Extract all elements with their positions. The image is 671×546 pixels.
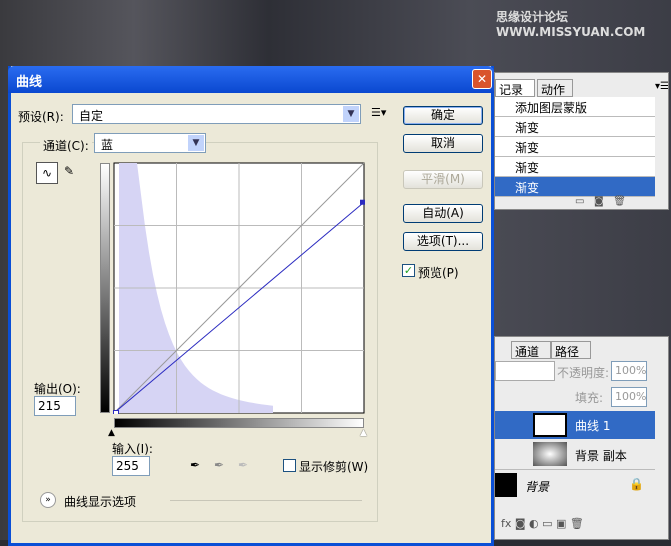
background-thumbnail — [495, 473, 517, 497]
curve-tool-icon[interactable]: ∿ — [36, 162, 58, 184]
black-point-slider[interactable]: ▲ — [108, 428, 115, 438]
white-eyedropper-icon[interactable]: ✒ — [238, 458, 248, 472]
preset-select[interactable]: 自定 ▼ — [72, 104, 361, 124]
gradient-mask-thumbnail — [533, 442, 567, 466]
show-clipping-label: 显示修剪(W) — [299, 460, 369, 474]
watermark: 思缘设计论坛 WWW.MISSYUAN.COM — [496, 10, 646, 39]
tab-history[interactable]: 记录 × — [495, 79, 535, 112]
curve-graph[interactable] — [113, 162, 365, 414]
pencil-icon[interactable]: ✎ — [64, 164, 74, 178]
black-eyedropper-icon[interactable]: ✒ — [190, 458, 200, 472]
curve-options-label[interactable]: 曲线显示选项 — [64, 493, 136, 510]
history-item[interactable]: 渐变 — [495, 137, 655, 157]
layer-background-copy[interactable]: 背景 副本 — [495, 440, 655, 470]
opacity-field[interactable]: 100% — [611, 361, 647, 381]
history-item[interactable]: 渐变 — [495, 157, 655, 177]
input-label: 输入(I): — [112, 442, 153, 456]
channel-label: 通道(C): — [40, 137, 92, 154]
preset-label: 预设(R): — [18, 110, 64, 124]
dialog-title: 曲线 — [8, 66, 494, 93]
blend-mode-select[interactable] — [495, 361, 555, 381]
output-gradient-bar — [100, 163, 110, 413]
show-clipping-checkbox[interactable] — [283, 459, 296, 472]
divider — [170, 500, 362, 501]
opacity-label: 不透明度: — [557, 366, 610, 380]
gray-eyedropper-icon[interactable]: ✒ — [214, 458, 224, 472]
layer-curves-1[interactable]: 曲线 1 — [495, 411, 655, 439]
layers-panel: 通道 路径 不透明度: 100% 填充: 100% 曲线 1 背景 副本 背景 … — [494, 336, 669, 540]
curve-point-selected — [360, 199, 365, 205]
channel-select[interactable]: 蓝 ▼ — [94, 133, 206, 153]
tab-paths[interactable]: 路径 — [551, 341, 591, 359]
layer-mask-thumbnail — [533, 413, 567, 437]
fill-field[interactable]: 100% — [611, 387, 647, 407]
panel-menu-icon[interactable]: ▾☰ — [655, 81, 669, 92]
white-point-slider[interactable]: ▲ — [360, 428, 367, 438]
history-item[interactable]: 添加图层蒙版 — [495, 97, 655, 117]
chevron-down-icon: ▼ — [343, 106, 359, 122]
cancel-button[interactable]: 取消 — [403, 134, 483, 153]
tab-channels[interactable]: 通道 — [511, 341, 551, 359]
layers-footer-icons[interactable]: fx ◙ ◐ ▭ ▣ 🗑 — [501, 517, 584, 530]
preview-checkbox[interactable]: ✓ — [402, 264, 415, 277]
input-gradient-bar — [114, 418, 364, 428]
history-footer-icons[interactable]: ▭ ◙ 🗑 — [575, 196, 626, 207]
auto-button[interactable]: 自动(A) — [403, 204, 483, 223]
preview-label: 预览(P) — [418, 266, 459, 280]
expand-icon[interactable]: » — [40, 492, 56, 508]
ok-button[interactable]: 确定 — [403, 106, 483, 125]
history-item[interactable]: 渐变 — [495, 117, 655, 137]
preset-options-icon[interactable]: ☰▾ — [371, 106, 386, 119]
chevron-down-icon: ▼ — [188, 135, 204, 151]
options-button[interactable]: 选项(T)... — [403, 232, 483, 251]
history-panel: 记录 × 动作 ▾☰ 添加图层蒙版 渐变 渐变 渐变 渐变 ▭ ◙ 🗑 — [494, 72, 669, 210]
smooth-button[interactable]: 平滑(M) — [403, 170, 483, 189]
input-field[interactable]: 255 — [112, 456, 150, 476]
fill-label: 填充: — [575, 391, 604, 405]
close-button[interactable]: ✕ — [472, 69, 492, 89]
curve-point — [113, 410, 119, 414]
history-item-selected[interactable]: 渐变 — [495, 177, 655, 197]
output-label: 输出(O): — [34, 382, 81, 396]
lock-icon: 🔒 — [629, 477, 644, 491]
output-field[interactable]: 215 — [34, 396, 76, 416]
tab-actions[interactable]: 动作 — [537, 79, 573, 97]
